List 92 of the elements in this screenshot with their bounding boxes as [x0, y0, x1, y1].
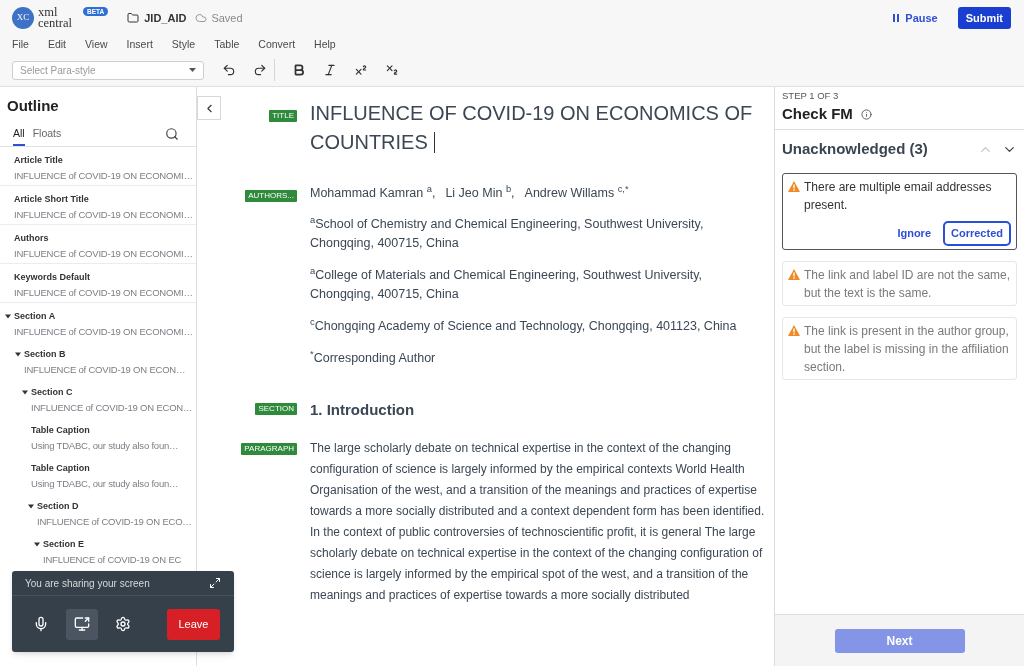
- italic-icon[interactable]: [323, 63, 337, 77]
- outline-item-text: INFLUENCE of COVID-19 ON ECONOMI…: [14, 247, 193, 261]
- block-type-tag: SECTION: [255, 403, 297, 415]
- warning-icon: [788, 325, 800, 336]
- issue-card[interactable]: The link is present in the author group, but the label is missing in the affiliation section.: [782, 317, 1017, 380]
- microphone-icon: [33, 616, 49, 632]
- affiliation-text: $^{a}$School of Chemistry and Chemical Engineering, Southwest University, Chongqing, 400715, China: [310, 215, 705, 252]
- search-icon[interactable]: [165, 127, 179, 141]
- menu-item[interactable]: Help: [314, 37, 336, 53]
- outline-item-label: Section A: [14, 310, 56, 322]
- outline-item-text: INFLUENCE of COVID-19 ON ECONOMI…: [14, 208, 193, 222]
- outline-item-text: INFLUENCE of COVID-19 ON EC: [43, 553, 182, 567]
- outline-item-label: Table Caption: [31, 462, 90, 474]
- file-name: JID_AID: [144, 10, 187, 26]
- caret-down-icon: [189, 68, 196, 72]
- outline-item-text: INFLUENCE of COVID-19 ON ECO…: [37, 515, 192, 529]
- section-heading: 1. Introduction: [310, 400, 415, 420]
- issue-card[interactable]: There are multiple email addresses present. Ignore Corrected: [782, 173, 1017, 250]
- affiliation-text: $^{*}$Corresponding Author: [310, 349, 437, 367]
- cloud-icon: [195, 12, 208, 24]
- info-icon[interactable]: [860, 108, 872, 120]
- author-name: Mohammad Kamran $^{a}$,: [310, 184, 436, 202]
- issue-text: The link and label ID are not the same, but the text is the same.: [804, 267, 1011, 302]
- menu-item[interactable]: File: [12, 37, 29, 53]
- logo-mark: XC: [12, 7, 34, 29]
- outline-item-text: INFLUENCE of COVID-19 ON ECONOMI…: [14, 325, 193, 339]
- outline-title: Outline: [7, 96, 59, 116]
- outline-item-text: INFLUENCE of COVID-19 ON ECON…: [31, 401, 193, 415]
- redo-icon[interactable]: [253, 63, 267, 77]
- block-type-tag: AUTHORS...: [245, 190, 297, 202]
- outline-item-label: Article Title: [14, 154, 63, 166]
- outline-item-label: Keywords Default: [14, 271, 91, 283]
- outline-item-text: INFLUENCE of COVID-19 ON ECONOMI…: [14, 286, 193, 300]
- block-type-tag: TITLE: [269, 110, 297, 122]
- issue-text: The link is present in the author group, but the label is missing in the affiliation section.: [804, 323, 1010, 376]
- warning-icon: [788, 269, 800, 280]
- outline-item-label: Article Short Title: [14, 193, 89, 205]
- outline-item-label: Authors: [14, 232, 49, 244]
- menu-item[interactable]: Table: [214, 37, 240, 53]
- affiliation-text: $^{a}$College of Materials and Chemical Engineering, Southwest University, Chongqing, 400715, China: [310, 266, 703, 303]
- subscript-icon[interactable]: [385, 63, 399, 77]
- step-label: STEP 1 OF 3: [782, 89, 839, 103]
- panel-title: Check FM: [782, 104, 853, 124]
- bold-icon[interactable]: [292, 63, 306, 77]
- document-title: INFLUENCE OF COVID-19 ON ECONOMICS OF COUNTRIES: [310, 101, 754, 155]
- pause-button[interactable]: Pause: [893, 9, 938, 27]
- screen-share-button[interactable]: [66, 608, 98, 640]
- caret-down-icon[interactable]: [34, 541, 40, 547]
- block-type-tag: PARAGRAPH: [241, 443, 297, 455]
- author-name: Li Jeo Min $^{b}$,: [445, 184, 515, 202]
- menu-item[interactable]: Insert: [126, 37, 153, 53]
- outline-item-text: Using TDABC, our study also foun…: [31, 439, 179, 453]
- collapse-button[interactable]: [197, 96, 221, 120]
- outline-tab[interactable]: All: [13, 126, 25, 146]
- pause-icon: [893, 14, 900, 22]
- folder-icon: [127, 12, 140, 24]
- save-status: Saved: [211, 10, 243, 26]
- caret-down-icon[interactable]: [28, 503, 34, 509]
- outline-item-label: Section E: [43, 538, 84, 550]
- share-message: You are sharing your screen: [25, 576, 150, 591]
- outline-item-label: Section B: [24, 348, 66, 360]
- affiliation-text: $^{c}$Chongqing Academy of Science and Technology, Chongqing, 401123, China: [310, 317, 738, 335]
- settings-icon: [115, 616, 131, 632]
- warning-icon: [788, 181, 800, 192]
- leave-button[interactable]: Leave: [167, 608, 220, 640]
- ignore-button[interactable]: Ignore: [897, 225, 932, 242]
- outline-item-label: Section D: [37, 500, 79, 512]
- corrected-button[interactable]: Corrected: [943, 221, 1011, 246]
- group-title: Unacknowledged (3): [782, 139, 928, 159]
- issue-card[interactable]: The link and label ID are not the same, but the text is the same.: [782, 261, 1017, 306]
- outline-item-text: Using TDABC, our study also foun…: [31, 477, 179, 491]
- paragraph-text: The large scholarly debate on technical expertise in the context of the changing configuration of science is largely informed by the empirical contexts World Health Organisation of the west, and a transition of the meanings and practices of expertise towards a more socially distributed and a context dependent form has been identified. In the context of public controversies of technoscientific profit, it is general The large scholarly debate on technical expertise in the context of the changing configuration of science is largely informed by the empirical spot of the west, and a transition of the meanings and practices of expertise towards a more socially distributed: [310, 440, 765, 604]
- logo-text: xml central: [38, 7, 73, 29]
- outline-item-text: INFLUENCE of COVID-19 ON ECON…: [24, 363, 186, 377]
- outline-tab[interactable]: Floats: [32, 126, 62, 146]
- superscript-icon[interactable]: [354, 63, 368, 77]
- menu-item[interactable]: Convert: [258, 37, 296, 53]
- issue-text: There are multiple email addresses present.: [804, 179, 993, 214]
- screen-share-icon: [74, 616, 90, 632]
- menu-item[interactable]: View: [85, 37, 108, 53]
- caret-down-icon[interactable]: [5, 313, 11, 319]
- caret-down-icon[interactable]: [22, 389, 28, 395]
- outline-item-label: Section C: [31, 386, 73, 398]
- outline-item-label: Table Caption: [31, 424, 90, 436]
- undo-icon[interactable]: [222, 63, 236, 77]
- expand-icon[interactable]: [209, 577, 221, 589]
- outline-item-text: INFLUENCE of COVID-19 ON ECONOMI…: [14, 169, 193, 183]
- submit-button[interactable]: Submit: [957, 7, 1011, 29]
- author-name: Andrew Willams $^{c,*}$: [524, 184, 629, 202]
- caret-down-icon[interactable]: [15, 351, 21, 357]
- menu-item[interactable]: Style: [171, 37, 196, 53]
- menu-item[interactable]: Edit: [47, 37, 66, 53]
